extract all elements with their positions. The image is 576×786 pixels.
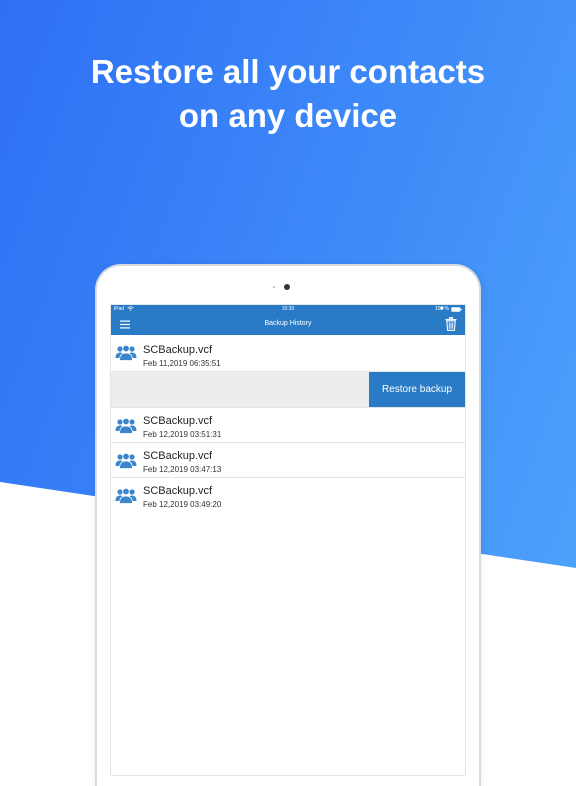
app-screen: iPad 10:30 ✱ 100 % Backup History SCBack… <box>110 304 466 776</box>
backup-date: Feb 12,2019 03:47:13 <box>143 465 222 474</box>
page-headline: Restore all your contacts on any device <box>0 50 576 138</box>
camera-icon <box>284 284 290 290</box>
contacts-group-icon <box>115 344 137 361</box>
backup-date: Feb 12,2019 03:51:31 <box>143 430 222 439</box>
sensor-dot <box>273 286 275 288</box>
status-battery-text: 100 % <box>434 306 449 312</box>
backup-date: Feb 11,2019 06:35:51 <box>143 359 221 368</box>
backup-file-name: SCBackup.vcf <box>143 450 213 462</box>
backup-row[interactable]: SCBackup.vcf Feb 11,2019 06:35:51 <box>111 335 465 372</box>
backup-file-name: SCBackup.vcf <box>143 485 213 497</box>
backup-file-name: SCBackup.vcf <box>143 344 213 356</box>
swipe-action-row: Restore backup <box>111 372 465 408</box>
trash-icon[interactable] <box>445 317 457 331</box>
nav-title: Backup History <box>264 320 312 327</box>
backup-date: Feb 12,2019 03:49:20 <box>143 500 222 509</box>
battery-icon <box>451 307 462 314</box>
nav-bar: Backup History <box>111 314 465 335</box>
restore-backup-button[interactable]: Restore backup <box>369 372 465 407</box>
backup-row[interactable]: SCBackup.vcf Feb 12,2019 03:47:13 <box>111 443 465 478</box>
contacts-group-icon <box>115 417 137 434</box>
status-time: 10:30 <box>281 306 295 312</box>
contacts-group-icon <box>115 452 137 469</box>
backup-file-name: SCBackup.vcf <box>143 415 213 427</box>
headline-line-2: on any device <box>178 97 398 134</box>
contacts-group-icon <box>115 487 137 504</box>
headline-line-1: Restore all your contacts <box>90 53 486 90</box>
backup-row[interactable]: SCBackup.vcf Feb 12,2019 03:51:31 <box>111 408 465 443</box>
status-bar: iPad 10:30 ✱ 100 % <box>111 305 465 314</box>
backup-row[interactable]: SCBackup.vcf Feb 12,2019 03:49:20 <box>111 478 465 512</box>
